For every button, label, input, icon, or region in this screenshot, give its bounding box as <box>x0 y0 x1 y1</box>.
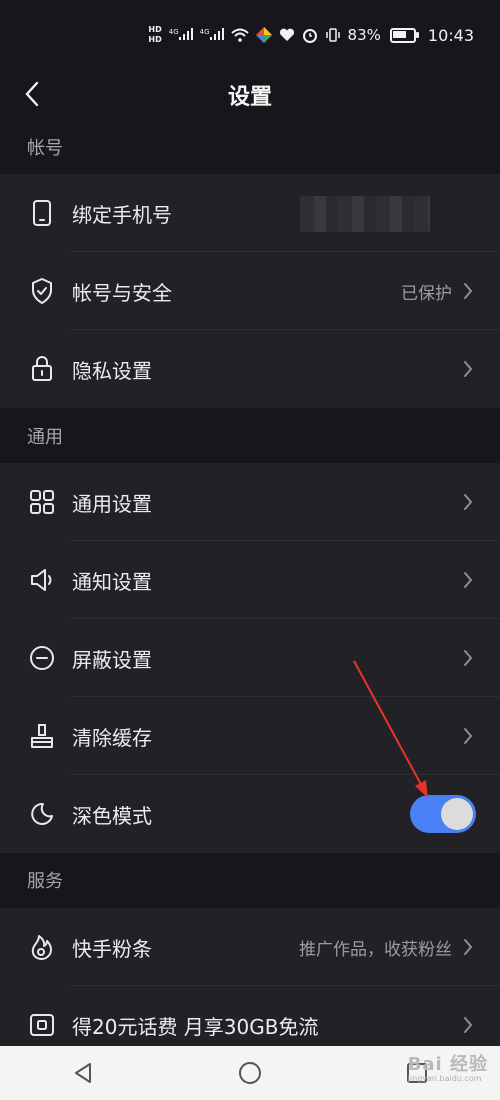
home-circle-icon <box>238 1062 261 1084</box>
row-account-security[interactable]: 帐号与安全 已保护 <box>0 252 500 330</box>
chevron-right-icon <box>460 492 476 512</box>
back-triangle-icon <box>75 1063 92 1083</box>
heart-icon <box>279 28 294 41</box>
toggle-knob <box>441 798 473 830</box>
header: 设置 <box>0 70 500 120</box>
signal-icon: 4G <box>169 27 193 43</box>
row-label: 屏蔽设置 <box>72 647 152 672</box>
redacted-phone-number <box>300 196 430 232</box>
row-label: 帐号与安全 <box>72 280 172 305</box>
sim-icon <box>28 1011 56 1039</box>
fire-icon <box>28 933 56 961</box>
chevron-right-icon <box>460 570 476 590</box>
row-label: 得20元话费 月享30GB免流 <box>72 1014 319 1039</box>
chevron-right-icon <box>460 937 476 957</box>
section-service: 服务 <box>0 853 500 907</box>
chevron-right-icon <box>460 359 476 379</box>
row-dark-mode: 深色模式 <box>0 775 500 853</box>
minus-circle-icon <box>28 644 56 672</box>
section-general: 通用 <box>0 409 500 463</box>
row-kuaishou-fans[interactable]: 快手粉条 推广作品，收获粉丝 <box>0 908 500 986</box>
clock: 10:43 <box>427 25 474 45</box>
dark-mode-toggle[interactable] <box>410 795 476 833</box>
row-value: 已保护 <box>401 283 452 304</box>
chevron-right-icon <box>460 281 476 301</box>
app-icon <box>255 27 272 43</box>
lock-icon <box>28 355 56 383</box>
battery-percent: 83% <box>347 26 381 44</box>
row-label: 清除缓存 <box>72 725 152 750</box>
battery-icon <box>389 27 419 43</box>
page-title: 设置 <box>227 85 272 110</box>
row-label: 快手粉条 <box>72 936 152 961</box>
row-clear-cache[interactable]: 清除缓存 <box>0 697 500 775</box>
chevron-left-icon <box>25 81 39 107</box>
wifi-icon <box>230 28 249 42</box>
chevron-right-icon <box>460 1015 476 1035</box>
row-label: 深色模式 <box>72 803 152 828</box>
row-label: 隐私设置 <box>72 358 152 383</box>
watermark: Bai 经验 jingyan.baidu.com <box>407 1054 488 1083</box>
grid-icon <box>28 488 56 516</box>
status-bar: HD HD 4G 4G 83% 10:43 <box>0 0 500 70</box>
signal-icon: 4G <box>200 27 224 43</box>
row-block-settings[interactable]: 屏蔽设置 <box>0 619 500 697</box>
section-account: 帐号 <box>0 120 500 174</box>
row-label: 通知设置 <box>72 569 152 594</box>
nav-back-button[interactable] <box>53 1053 113 1093</box>
hd-badge: HD HD <box>148 25 162 44</box>
row-value: 推广作品，收获粉丝 <box>299 939 452 960</box>
chevron-right-icon <box>460 648 476 668</box>
row-general-settings[interactable]: 通用设置 <box>0 463 500 541</box>
status-icons: HD HD 4G 4G 83% <box>148 25 419 45</box>
row-label: 通用设置 <box>72 491 152 516</box>
vibrate-icon <box>325 28 340 42</box>
alarm-icon <box>302 29 317 43</box>
nav-home-button[interactable] <box>220 1053 280 1093</box>
chevron-right-icon <box>460 726 476 746</box>
row-privacy[interactable]: 隐私设置 <box>0 330 500 408</box>
moon-icon <box>28 800 56 828</box>
row-notification-settings[interactable]: 通知设置 <box>0 541 500 619</box>
row-bind-phone[interactable]: 绑定手机号 <box>0 174 500 252</box>
shield-icon <box>28 277 56 305</box>
brush-icon <box>28 722 56 750</box>
speaker-icon <box>28 566 56 594</box>
back-button[interactable] <box>14 76 50 112</box>
phone-icon <box>28 199 56 227</box>
